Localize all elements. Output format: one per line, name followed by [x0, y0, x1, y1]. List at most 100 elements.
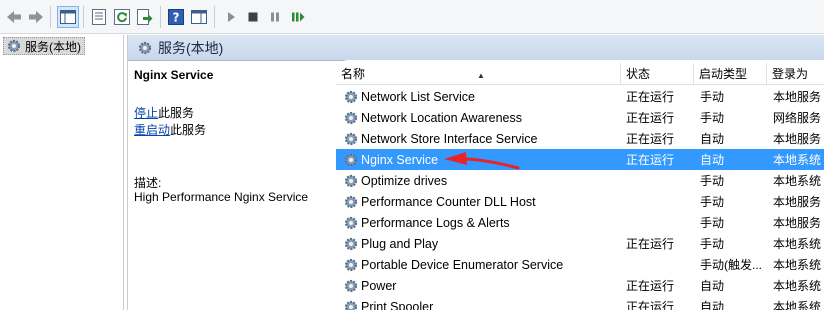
export-list-icon[interactable] — [134, 6, 156, 28]
tree-item-label: 服务(本地) — [25, 39, 81, 54]
cell-name: Network List Service — [336, 90, 621, 104]
cell-logon-as: 网络服务 — [773, 111, 822, 125]
service-name: Power — [361, 278, 397, 293]
cell-logon-as: 本地系统 — [773, 153, 822, 167]
show-hide-console-tree-icon[interactable] — [57, 6, 79, 28]
cell-status: 正在运行 — [626, 300, 675, 310]
table-row[interactable]: Optimize drives 手动 本地系统 — [336, 170, 824, 191]
service-name: Plug and Play — [361, 236, 439, 251]
service-name: Network Store Interface Service — [361, 131, 538, 146]
table-row[interactable]: Network List Service 正在运行 手动 本地服务 — [336, 86, 824, 107]
service-name: Performance Logs & Alerts — [361, 215, 510, 230]
cell-logon-as: 本地系统 — [773, 300, 822, 310]
cell-logon-as: 本地系统 — [773, 237, 822, 251]
cell-logon-as: 本地系统 — [773, 279, 822, 293]
cell-startup-type: 自动 — [700, 153, 725, 167]
service-name: Optimize drives — [361, 173, 448, 188]
action-links: 停止此服务 重启动此服务 — [134, 105, 206, 139]
description-text: High Performance Nginx Service — [134, 190, 309, 204]
table-row[interactable]: Power 正在运行 自动 本地系统 — [336, 275, 824, 296]
gear-icon — [344, 153, 358, 166]
cell-name: Performance Counter DLL Host — [336, 195, 621, 209]
restart-link-suffix: 此服务 — [170, 123, 207, 137]
gear-icon — [344, 111, 358, 124]
table-row-selected[interactable]: Nginx Service 正在运行 自动 本地系统 — [336, 149, 824, 170]
cell-startup-type: 手动 — [700, 237, 725, 251]
cell-startup-type: 自动 — [700, 279, 725, 293]
gear-icon — [7, 39, 21, 53]
service-name: Network List Service — [361, 89, 475, 104]
cell-logon-as: 本地服务 — [773, 132, 822, 146]
table-row[interactable]: Print Spooler 正在运行 自动 本地系统 — [336, 296, 824, 310]
toolbar-separator — [50, 6, 51, 28]
refresh-icon[interactable] — [111, 6, 133, 28]
cell-status: 正在运行 — [626, 279, 675, 293]
gear-icon — [344, 279, 358, 292]
properties-icon[interactable] — [88, 6, 110, 28]
column-header-name[interactable]: 名称 ▲ — [336, 63, 621, 85]
start-service-icon[interactable] — [220, 6, 242, 28]
toolbar-separator — [160, 6, 161, 28]
cell-status: 正在运行 — [626, 237, 675, 251]
table-row[interactable]: Plug and Play 正在运行 手动 本地系统 — [336, 233, 824, 254]
column-header-name-label: 名称 — [341, 67, 366, 81]
restart-service-link[interactable]: 重启动 — [134, 123, 170, 137]
cell-logon-as: 本地服务 — [773, 195, 822, 209]
description-label: 描述: — [134, 176, 162, 190]
forward-icon[interactable] — [25, 6, 47, 28]
toolbar-separator — [83, 6, 84, 28]
restart-service-icon[interactable] — [287, 6, 309, 28]
list-header: 名称 ▲ 状态 启动类型 登录为 — [336, 63, 824, 85]
cell-name: Optimize drives — [336, 174, 621, 188]
table-row[interactable]: Network Store Interface Service 正在运行 自动 本地服… — [336, 128, 824, 149]
column-header-logon-as[interactable]: 登录为 — [767, 63, 824, 85]
sort-ascending-icon: ▲ — [477, 71, 485, 80]
show-hide-action-pane-icon[interactable] — [188, 6, 210, 28]
column-header-status[interactable]: 状态 — [621, 63, 694, 85]
cell-status: 正在运行 — [626, 132, 675, 146]
table-row[interactable]: Performance Counter DLL Host 手动 本地服务 — [336, 191, 824, 212]
gear-icon — [344, 174, 358, 187]
cell-startup-type: 手动 — [700, 111, 725, 125]
cell-startup-type: 手动 — [700, 195, 725, 209]
gear-icon — [344, 237, 358, 250]
cell-name: Plug and Play — [336, 237, 621, 251]
cell-name: Print Spooler — [336, 300, 621, 310]
list-rows: Network List Service 正在运行 手动 本地服务 Network Lo… — [336, 86, 824, 310]
table-row[interactable]: Performance Logs & Alerts 手动 本地服务 — [336, 212, 824, 233]
help-icon[interactable]: ? — [165, 6, 187, 28]
description-pane: Nginx Service 停止此服务 重启动此服务 描述: High Perf… — [134, 68, 330, 204]
table-row[interactable]: Portable Device Enumerator Service 手动(触发.… — [336, 254, 824, 275]
cell-startup-type: 手动 — [700, 216, 725, 230]
gear-icon — [138, 41, 152, 54]
pause-service-icon[interactable] — [264, 6, 286, 28]
annotation-arrow — [444, 152, 520, 170]
cell-status: 正在运行 — [626, 90, 675, 104]
console-tree: 服务(本地) — [0, 35, 124, 310]
cell-status: 正在运行 — [626, 153, 675, 167]
back-icon[interactable] — [3, 6, 25, 28]
cell-status: 正在运行 — [626, 111, 675, 125]
cell-startup-type: 手动 — [700, 90, 725, 104]
cell-name: Portable Device Enumerator Service — [336, 258, 621, 272]
gear-icon — [344, 90, 358, 103]
cell-startup-type: 自动 — [700, 300, 725, 310]
cell-logon-as: 本地服务 — [773, 90, 822, 104]
cell-name: Network Location Awareness — [336, 111, 621, 125]
gear-icon — [344, 300, 358, 310]
service-name: Print Spooler — [361, 299, 434, 310]
stop-service-link[interactable]: 停止 — [134, 106, 158, 120]
stop-service-icon[interactable] — [242, 6, 264, 28]
table-row[interactable]: Network Location Awareness 正在运行 手动 网络服务 — [336, 107, 824, 128]
cell-name: Performance Logs & Alerts — [336, 216, 621, 230]
main-header-label: 服务(本地) — [158, 39, 224, 56]
service-name: Network Location Awareness — [361, 110, 522, 125]
cell-name: Power — [336, 279, 621, 293]
gear-icon — [344, 195, 358, 208]
gear-icon — [344, 258, 358, 271]
cell-startup-type: 自动 — [700, 132, 725, 146]
services-list: 名称 ▲ 状态 启动类型 登录为 Network List Service 正在运… — [336, 60, 824, 310]
tree-item-services-local[interactable]: 服务(本地) — [3, 37, 85, 55]
toolbar-separator — [214, 6, 215, 28]
column-header-startup-type[interactable]: 启动类型 — [694, 63, 767, 85]
